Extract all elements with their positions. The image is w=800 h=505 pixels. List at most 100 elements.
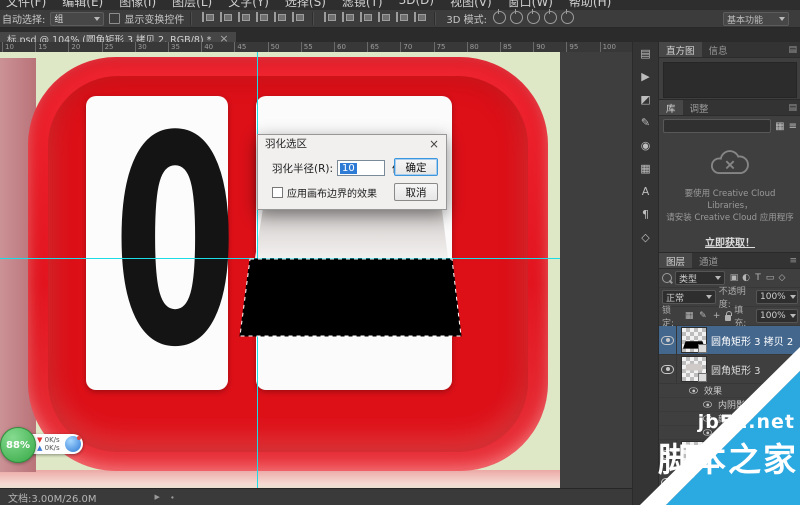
dialog-title: 羽化选区 (265, 136, 307, 151)
ruler-tick: 25 (102, 42, 114, 52)
feather-radius-value: 10 (340, 163, 357, 174)
menu-item-7[interactable]: 3D(D) (399, 0, 434, 10)
fill-field[interactable]: 100% (756, 309, 798, 323)
get-now-link[interactable]: 立即获取！ (705, 234, 755, 249)
filter-type-dropdown[interactable]: 类型 (675, 271, 725, 285)
status-flyout-icon[interactable]: ▶ (155, 493, 160, 501)
workspace-dropdown[interactable]: 基本功能 (723, 12, 789, 26)
panel-menu-icon[interactable]: ▤ (788, 45, 797, 55)
canvas-viewport[interactable]: 0 (0, 52, 632, 488)
3d-scale-icon[interactable] (561, 11, 574, 24)
menu-item-8[interactable]: 视图(V) (450, 0, 492, 10)
align-right-icon[interactable] (236, 11, 250, 23)
menu-item-0[interactable]: 文件(F) (6, 0, 46, 10)
filter-type-layers-icon[interactable]: T (752, 273, 764, 283)
3d-pan-icon[interactable] (527, 11, 540, 24)
feathered-selection-shape[interactable] (240, 259, 461, 336)
clone-source-icon[interactable]: ◉ (633, 134, 658, 157)
menu-item-6[interactable]: 滤镜(T) (342, 0, 383, 10)
align-left-icon[interactable] (200, 11, 214, 23)
filter-shape-layers-icon[interactable]: ▭ (764, 273, 776, 283)
actions-icon[interactable]: ▶ (633, 65, 658, 88)
document-tab-bar: 标.psd @ 104% (圆角矩形 3 拷贝 2, RGB/8) * × (0, 28, 800, 42)
tab-adjustments[interactable]: 调整 (683, 100, 716, 115)
lock-transparency-icon[interactable]: ▦ (684, 311, 695, 321)
cc-message-line1: 要使用 Creative Cloud Libraries， (665, 188, 795, 212)
cc-message-line2: 请安装 Creative Cloud 应用程序 (665, 212, 795, 224)
opacity-field[interactable]: 100% (756, 290, 798, 304)
list-view-icon[interactable]: ≡ (789, 121, 797, 132)
artboard[interactable]: 0 (0, 52, 560, 488)
close-icon[interactable]: × (429, 138, 439, 150)
filter-pixel-layers-icon[interactable]: ▣ (728, 273, 740, 283)
align-h-center-icon[interactable] (218, 11, 232, 23)
cancel-button[interactable]: 取消 (394, 183, 438, 201)
3d-slide-icon[interactable] (544, 11, 557, 24)
tool-options-bar: 自动选择: 组 显示变换控件 3D 模式: 基本功能 (0, 10, 800, 28)
align-icons-group (198, 11, 306, 26)
menu-item-10[interactable]: 帮助(H) (569, 0, 611, 10)
canvas-shape-overlay (0, 52, 560, 488)
align-bottom-icon[interactable] (290, 11, 304, 23)
tab-info[interactable]: 信息 (702, 42, 735, 57)
feather-radius-input[interactable]: 10 (337, 160, 385, 176)
align-v-center-icon[interactable] (272, 11, 286, 23)
distribute-h-center-icon[interactable] (394, 11, 408, 23)
blend-mode-dropdown[interactable]: 正常 (662, 290, 716, 304)
menu-item-4[interactable]: 文字(Y) (228, 0, 269, 10)
menu-bar: 文件(F) 编辑(E) 图像(I) 图层(L) 文字(Y) 选择(S) 滤镜(T) 3D(D)… (0, 0, 800, 10)
ruler-tick: 15 (35, 42, 47, 52)
divider (190, 12, 192, 25)
3d-icon[interactable]: ◇ (633, 226, 658, 249)
styles-icon[interactable]: ◩ (633, 88, 658, 111)
filter-adjustment-layers-icon[interactable]: ◐ (740, 273, 752, 283)
paragraph-icon[interactable]: ¶ (633, 203, 658, 226)
divider (312, 12, 314, 25)
lock-pixels-icon[interactable]: ✎ (698, 311, 709, 321)
align-top-icon[interactable] (254, 11, 268, 23)
filter-smart-objects-icon[interactable]: ◇ (776, 273, 788, 283)
net-widget-ball-icon[interactable] (65, 436, 81, 452)
ruler-tick: 55 (301, 42, 313, 52)
history-icon[interactable]: ▤ (633, 42, 658, 65)
auto-select-label: 自动选择: (2, 11, 45, 26)
feather-radius-label: 羽化半径(R): (272, 161, 333, 176)
menu-item-3[interactable]: 图层(L) (172, 0, 212, 10)
panel-menu-icon[interactable]: ▤ (788, 103, 797, 113)
distribute-v-center-icon[interactable] (340, 11, 354, 23)
visibility-eye-icon[interactable] (661, 336, 674, 345)
brush-presets-icon[interactable]: ▦ (633, 157, 658, 180)
character-icon[interactable]: A (633, 180, 658, 203)
filter-icons-group: ▣◐T▭◇ (728, 273, 788, 283)
3d-rotate-icon[interactable] (493, 11, 506, 24)
lock-position-icon[interactable]: + (711, 311, 722, 321)
menu-item-2[interactable]: 图像(I) (119, 0, 156, 10)
ok-button[interactable]: 确定 (394, 158, 438, 176)
tab-channels[interactable]: 通道 (692, 253, 725, 268)
menu-item-5[interactable]: 选择(S) (285, 0, 326, 10)
tab-layers[interactable]: 图层 (659, 253, 692, 268)
grid-view-icon[interactable]: ▦ (775, 121, 784, 132)
tab-libraries[interactable]: 库 (659, 100, 683, 115)
watermark-site-name: 脚本之家 (658, 433, 798, 481)
distribute-right-icon[interactable] (412, 11, 426, 23)
panel-menu-icon[interactable]: ≡ (789, 256, 797, 266)
histogram-panel: 直方图 信息 ▤ (659, 42, 800, 99)
lock-all-icon[interactable] (725, 315, 731, 321)
ruler-tick: 70 (400, 42, 412, 52)
auto-select-dropdown[interactable]: 组 (50, 12, 104, 26)
3d-roll-icon[interactable] (510, 11, 523, 24)
distribute-left-icon[interactable] (376, 11, 390, 23)
menu-item-1[interactable]: 编辑(E) (62, 0, 103, 10)
ruler-tick: 30 (135, 42, 147, 52)
brush-icon[interactable]: ✎ (633, 111, 658, 134)
net-percent-badge[interactable]: 88% (0, 427, 36, 463)
ruler-tick: 90 (533, 42, 545, 52)
dialog-titlebar[interactable]: 羽化选区 × (258, 135, 446, 152)
distribute-bottom-icon[interactable] (358, 11, 372, 23)
library-search-field[interactable] (663, 119, 771, 133)
canvas-bounds-checkbox[interactable] (272, 187, 283, 198)
tab-histogram[interactable]: 直方图 (659, 42, 702, 57)
show-transform-checkbox[interactable] (109, 13, 120, 24)
distribute-top-icon[interactable] (322, 11, 336, 23)
